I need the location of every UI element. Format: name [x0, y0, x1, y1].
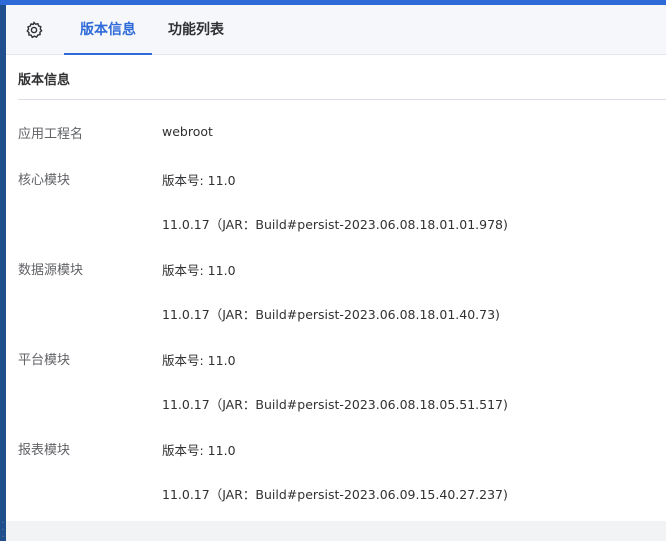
label-report-module: 报表模块 — [18, 443, 71, 458]
label-core-module: 核心模块 — [18, 173, 71, 188]
section-title: 版本信息 — [18, 73, 71, 88]
window: · · · 版本信息 功能列表 版本信息 应用工程名 webroot 核心模块 版本… — [0, 0, 666, 541]
core-module-build: 11.0.17（JAR：Build#persist-2023.06.08.18.… — [162, 217, 508, 232]
tab-version-info[interactable]: 版本信息 — [64, 5, 152, 55]
value-app-name: webroot — [162, 124, 213, 139]
version-info-panel: 版本信息 功能列表 版本信息 应用工程名 webroot 核心模块 版本号: 1… — [6, 5, 666, 521]
report-module-build: 11.0.17（JAR：Build#persist-2023.06.09.15.… — [162, 487, 508, 502]
tab-bar: 版本信息 功能列表 — [6, 5, 666, 55]
core-module-version: 版本号: 11.0 — [162, 173, 236, 188]
tab-feature-list[interactable]: 功能列表 — [168, 5, 240, 55]
gear-icon[interactable] — [24, 20, 44, 40]
platform-module-version: 版本号: 11.0 — [162, 353, 236, 368]
report-module-version: 版本号: 11.0 — [162, 443, 236, 458]
label-platform-module: 平台模块 — [18, 353, 71, 368]
label-datasource-module: 数据源模块 — [18, 263, 84, 278]
label-app-name: 应用工程名 — [18, 127, 84, 142]
datasource-module-version: 版本号: 11.0 — [162, 263, 236, 278]
datasource-module-build: 11.0.17（JAR：Build#persist-2023.06.08.18.… — [162, 307, 500, 322]
footer-strip — [6, 521, 666, 541]
platform-module-build: 11.0.17（JAR：Build#persist-2023.06.08.18.… — [162, 397, 508, 412]
section-divider — [18, 99, 666, 100]
